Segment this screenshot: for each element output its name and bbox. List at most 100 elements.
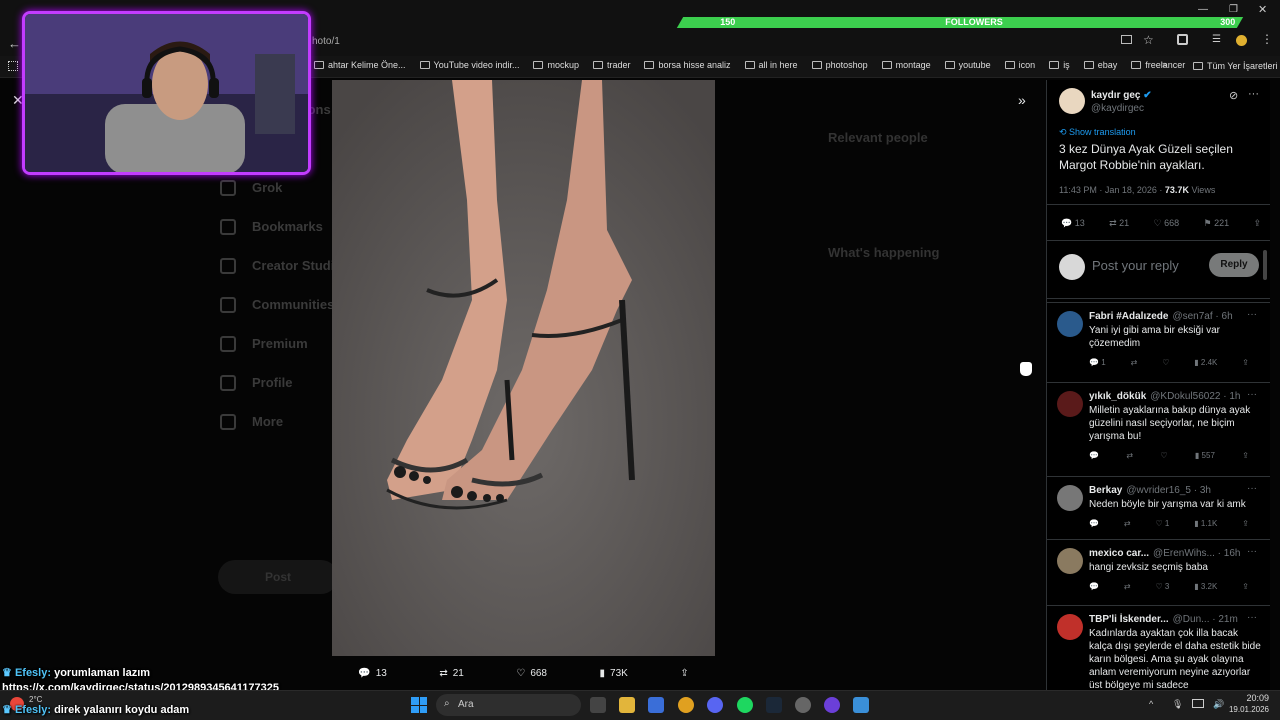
reply-item[interactable]: Berkay @wvrider16_5 · 3h Neden böyle bir y… <box>1047 476 1270 528</box>
author-name[interactable]: kaydır geç ✔ <box>1091 90 1152 101</box>
tweet-share-button[interactable]: ⇪ <box>1253 218 1261 229</box>
bookmark-item[interactable]: ebay <box>1083 60 1117 70</box>
all-bookmarks[interactable]: Tüm Yer İşaretleri <box>1193 61 1278 71</box>
taskbar-search[interactable]: ⌕ Ara <box>436 694 581 716</box>
reply-repost-button[interactable]: ⇄ <box>1131 358 1138 367</box>
reply-avatar[interactable] <box>1057 391 1083 417</box>
bookmark-item[interactable]: freelancer <box>1131 60 1185 70</box>
reply-comment-button[interactable]: 💬 1 <box>1089 358 1106 367</box>
photo-repost-button[interactable]: ⇄ 21 <box>439 668 464 679</box>
file-explorer-icon[interactable] <box>619 697 635 713</box>
reply-avatar[interactable] <box>1057 614 1083 640</box>
reply-avatar[interactable] <box>1057 311 1083 337</box>
reply-comment-button[interactable]: 💬 <box>1089 582 1099 591</box>
windows-start-icon[interactable] <box>411 697 427 713</box>
tray-chevron-icon[interactable]: ^ <box>1149 699 1153 709</box>
app-icon-2[interactable] <box>853 697 869 713</box>
tweet-like-button[interactable]: ♡ 668 <box>1154 218 1180 229</box>
back-icon[interactable]: ← <box>8 36 21 51</box>
reply-author-name[interactable]: Fabri #Adalızede <box>1089 311 1168 322</box>
menu-icon[interactable]: ⋮ <box>1261 32 1273 46</box>
store-icon[interactable] <box>648 697 664 713</box>
minimize-icon[interactable]: — <box>1198 4 1208 15</box>
reply-share-button[interactable]: ⇪ <box>1242 358 1249 367</box>
clock-date[interactable]: 19.01.2026 <box>1203 705 1269 714</box>
more-icon[interactable]: ··· <box>1248 88 1259 100</box>
apps-icon[interactable] <box>8 61 18 71</box>
mic-icon[interactable]: 🎙 <box>1172 699 1183 710</box>
discord-icon[interactable] <box>707 697 723 713</box>
clock-time[interactable]: 20:09 <box>1225 693 1269 703</box>
reply-item[interactable]: Fabri #Adalızede @sen7af · 6h Yani iyi gib… <box>1047 302 1270 367</box>
reply-item[interactable]: mexico car... @ErenWihs... · 16h hangi zev… <box>1047 539 1270 591</box>
reply-more-icon[interactable]: ··· <box>1247 483 1257 494</box>
media-icon[interactable]: ☰ <box>1212 34 1221 45</box>
address-bar[interactable]: hoto/1 <box>312 36 340 47</box>
bookmark-item[interactable]: mockup <box>533 60 579 70</box>
bookmark-item[interactable]: YouTube video indir... <box>419 60 519 70</box>
reply-more-icon[interactable]: ··· <box>1247 612 1257 623</box>
photo-like-button[interactable]: ♡ 668 <box>516 668 547 679</box>
star-icon[interactable]: ☆ <box>1143 33 1154 47</box>
reply-author-name[interactable]: Berkay <box>1089 485 1122 496</box>
media-photo[interactable] <box>332 80 715 656</box>
reply-views-button[interactable]: ▮ 2.4K <box>1194 358 1217 367</box>
bookmarks-more[interactable]: » <box>1162 59 1167 69</box>
chrome-icon[interactable] <box>678 697 694 713</box>
reply-repost-button[interactable]: ⇄ <box>1126 451 1133 460</box>
bookmark-item[interactable]: all in here <box>744 60 798 70</box>
tweet-reply-button[interactable]: 💬 13 <box>1061 218 1085 229</box>
reply-item[interactable]: yıkık_dökük @KDokul56022 · 1h Milletin aya… <box>1047 382 1270 460</box>
task-view-icon[interactable] <box>590 697 606 713</box>
tweet-repost-button[interactable]: ⇄ 21 <box>1109 218 1129 229</box>
author-avatar[interactable] <box>1059 88 1085 114</box>
reply-repost-button[interactable]: ⇄ <box>1124 582 1131 591</box>
reply-views-button[interactable]: ▮ 3.2K <box>1194 582 1217 591</box>
bookmark-item[interactable]: trader <box>592 60 630 70</box>
bookmark-item[interactable]: borsa hisse analiz <box>644 60 731 70</box>
reply-more-icon[interactable]: ··· <box>1247 309 1257 320</box>
bookmark-item[interactable]: ahtar Kelime Öne... <box>314 60 406 70</box>
reply-like-button[interactable]: ♡ <box>1162 358 1169 367</box>
reply-like-button[interactable]: ♡ <box>1160 451 1167 460</box>
reply-share-button[interactable]: ⇪ <box>1242 451 1249 460</box>
bookmark-item[interactable]: photoshop <box>811 60 868 70</box>
reply-author-handle[interactable]: @sen7af · 6h <box>1172 311 1232 322</box>
reply-views-button[interactable]: ▮ 557 <box>1195 451 1215 460</box>
reply-avatar[interactable] <box>1057 548 1083 574</box>
reply-author-handle[interactable]: @KDokul56022 · 1h <box>1150 391 1240 402</box>
bookmark-item[interactable]: iş <box>1049 60 1070 70</box>
bookmark-item[interactable]: icon <box>1004 60 1035 70</box>
maximize-icon[interactable]: ❐ <box>1229 4 1238 15</box>
photo-reply-button[interactable]: 💬 13 <box>358 668 387 679</box>
reply-author-name[interactable]: mexico car... <box>1089 548 1149 559</box>
reply-item[interactable]: TBP'li İskender... @Dun... · 21m Kadınlard… <box>1047 605 1270 690</box>
reply-comment-button[interactable]: 💬 <box>1089 451 1099 460</box>
reply-button[interactable]: Reply <box>1209 253 1259 277</box>
reply-author-handle[interactable]: @Dun... · 21m <box>1173 614 1238 625</box>
grok-icon[interactable]: ⊘ <box>1229 89 1238 102</box>
obs-icon[interactable] <box>795 697 811 713</box>
tweet-bookmark-button[interactable]: ⚑ 221 <box>1203 218 1229 229</box>
photo-views-button[interactable]: ▮ 73K <box>600 668 628 679</box>
reply-more-icon[interactable]: ··· <box>1247 546 1257 557</box>
show-translation-link[interactable]: ⟲ Show translation <box>1059 127 1136 138</box>
reply-comment-button[interactable]: 💬 <box>1089 519 1099 528</box>
steam-icon[interactable] <box>766 697 782 713</box>
reply-repost-button[interactable]: ⇄ <box>1124 519 1131 528</box>
spotify-icon[interactable] <box>737 697 753 713</box>
app-icon[interactable] <box>824 697 840 713</box>
reply-share-button[interactable]: ⇪ <box>1242 582 1249 591</box>
extensions-icon[interactable] <box>1177 34 1188 45</box>
reply-views-button[interactable]: ▮ 1.1K <box>1194 519 1217 528</box>
author-handle[interactable]: @kaydirgec <box>1091 103 1144 114</box>
scrollbar[interactable] <box>1263 250 1267 280</box>
reply-share-button[interactable]: ⇪ <box>1242 519 1249 528</box>
reply-author-name[interactable]: yıkık_dökük <box>1089 391 1146 402</box>
reply-author-name[interactable]: TBP'li İskender... <box>1089 614 1169 625</box>
reply-input[interactable]: Post your reply <box>1092 258 1179 273</box>
expand-panel-icon[interactable]: » <box>1018 92 1026 108</box>
reply-author-handle[interactable]: @ErenWihs... · 16h <box>1153 548 1240 559</box>
bookmark-item[interactable]: montage <box>881 60 931 70</box>
close-window-icon[interactable]: ✕ <box>1258 3 1267 16</box>
